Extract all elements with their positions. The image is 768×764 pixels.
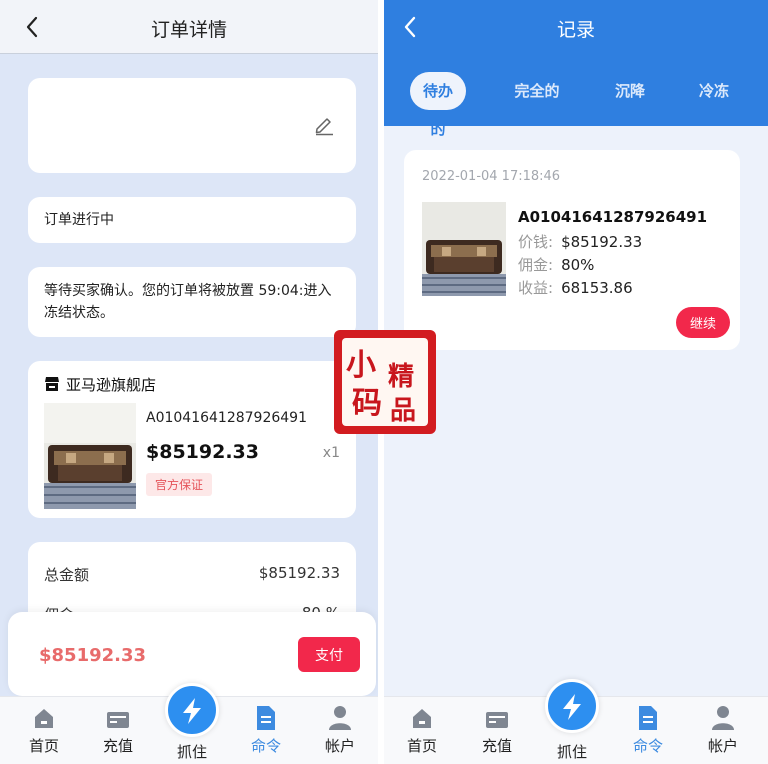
nav-item-orders[interactable]: 命令: [618, 705, 678, 756]
watermark-char: 码: [352, 386, 382, 421]
nav-label-account: 帐户: [324, 737, 355, 755]
wallet-icon: [107, 712, 129, 728]
header: 记录 待办的 完全的 沉降 冷冻: [384, 0, 768, 138]
home-icon: [413, 709, 431, 728]
shop-card: 亚马逊旗舰店 A01041641287926491 $85192.33 x1 官…: [28, 361, 356, 518]
nav-item-home[interactable]: 首页: [14, 705, 74, 756]
store-icon: [45, 377, 59, 391]
product-price: $85192.33: [146, 441, 259, 463]
record-income-row: 收益: 68153.86: [518, 277, 633, 298]
edit-icon[interactable]: [312, 112, 336, 136]
nav-label-recharge: 充值: [481, 737, 512, 755]
guarantee-badge: 官方保证: [146, 473, 213, 496]
tab-frozen[interactable]: 冷冻: [686, 72, 742, 110]
continue-button[interactable]: 继续: [676, 307, 730, 338]
pay-total: $85192.33: [39, 645, 147, 666]
wallet-icon: [486, 712, 508, 728]
record-commission-row: 佣金: 80%: [518, 254, 594, 275]
shop-name: 亚马逊旗舰店: [66, 376, 157, 394]
order-status-text: 订单进行中: [44, 212, 114, 228]
record-product-id: A01041641287926491: [518, 208, 708, 226]
document-icon: [639, 706, 657, 730]
nav-item-recharge[interactable]: 充值: [467, 705, 527, 756]
nav-item-account[interactable]: 帐户: [310, 705, 370, 756]
lightning-icon: [183, 698, 201, 724]
record-time: 2022-01-04 17:18:46: [422, 169, 561, 184]
nav-label-grab: 抓住: [176, 743, 207, 761]
record-price-label: 价钱:: [518, 233, 554, 251]
order-detail-screen: 订单详情 订单进行中 等待买家确认。您的订单将被放置 59:04:进入冻结状态。…: [0, 0, 378, 764]
grab-button[interactable]: [545, 679, 599, 733]
status-card: 订单进行中: [28, 197, 356, 243]
grab-button[interactable]: [165, 683, 219, 737]
total-value: $85192.33: [258, 564, 340, 582]
pay-button[interactable]: 支付: [298, 637, 360, 672]
watermark-stamp: 小 码 精 品: [334, 330, 436, 434]
bottom-nav: 首页 充值 抓住 命令 帐户: [384, 679, 768, 764]
record-price-row: 价钱: $85192.33: [518, 231, 642, 252]
nav-label-account: 帐户: [707, 737, 738, 755]
order-notice-text: 等待买家确认。您的订单将被放置 59:04:进入冻结状态。: [44, 283, 332, 321]
nav-label-grab: 抓住: [556, 743, 587, 761]
record-income-value: 68153.86: [561, 279, 633, 297]
home-icon: [35, 709, 53, 728]
nav-label-orders: 命令: [632, 737, 663, 755]
bottom-nav: 首页 充值 抓住 命令 帐户: [0, 683, 378, 764]
record-price-value: $85192.33: [561, 233, 643, 251]
tab-settled[interactable]: 沉降: [602, 72, 658, 110]
user-icon: [712, 706, 734, 730]
total-row: 总金额 $85192.33: [44, 564, 340, 585]
record-commission-label: 佣金:: [518, 256, 554, 274]
address-card[interactable]: [28, 78, 356, 173]
page-title: 订单详情: [150, 19, 227, 41]
nav-label-recharge: 充值: [102, 737, 133, 755]
page-title: 记录: [556, 19, 595, 41]
record-commission-value: 80%: [561, 256, 595, 274]
record-card: 2022-01-04 17:18:46 A01041641287926491 价…: [404, 150, 740, 350]
watermark-char: 精: [388, 362, 415, 392]
total-label: 总金额: [44, 566, 90, 584]
product-image: [422, 202, 506, 296]
document-icon: [257, 706, 275, 730]
watermark-stamp-inner: 小 码 精 品: [342, 338, 428, 426]
records-screen: 记录 待办的 完全的 沉降 冷冻 2022-01-04 17:18:46 A01…: [384, 0, 768, 764]
record-income-label: 收益:: [518, 279, 554, 297]
lightning-icon: [563, 694, 581, 720]
nav-item-orders[interactable]: 命令: [236, 705, 296, 756]
nav-label-orders: 命令: [250, 737, 281, 755]
product-id: A01041641287926491: [146, 410, 307, 426]
header: 订单详情: [0, 0, 378, 54]
nav-item-recharge[interactable]: 充值: [88, 705, 148, 756]
nav-label-home: 首页: [406, 737, 437, 755]
nav-label-home: 首页: [28, 737, 59, 755]
watermark-char: 品: [390, 396, 417, 426]
tab-pending[interactable]: 待办的: [410, 72, 466, 138]
product-image: [44, 403, 136, 509]
tab-completed[interactable]: 完全的: [506, 72, 568, 110]
product-quantity: x1: [322, 445, 340, 461]
nav-item-account[interactable]: 帐户: [693, 705, 753, 756]
user-icon: [329, 706, 351, 730]
nav-item-home[interactable]: 首页: [392, 705, 452, 756]
notice-card: 等待买家确认。您的订单将被放置 59:04:进入冻结状态。: [28, 267, 356, 337]
